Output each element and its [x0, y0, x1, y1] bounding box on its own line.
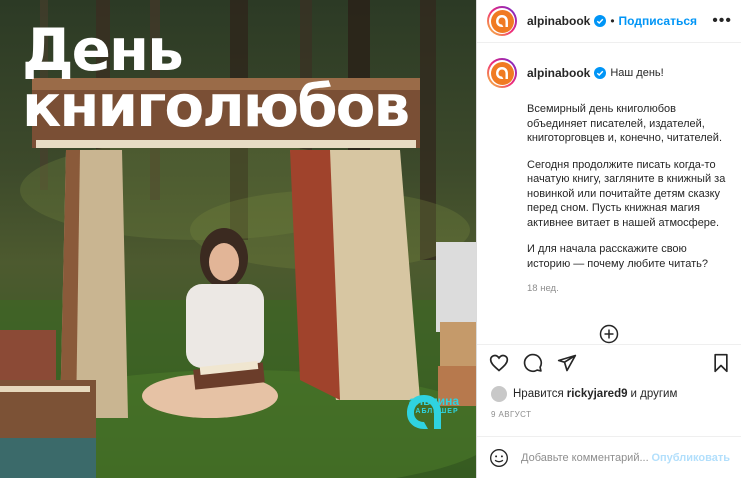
load-more-comments-icon[interactable]: [599, 324, 619, 344]
emoji-icon[interactable]: [489, 448, 509, 468]
headline-line-1: День: [22, 16, 184, 84]
caption-paragraph: Всемирный день книголюбов объединяет пис…: [527, 103, 722, 144]
liker-avatar: [491, 386, 507, 402]
verified-badge-icon: [594, 15, 607, 27]
avatar[interactable]: [487, 6, 517, 36]
likes-suffix[interactable]: и другим: [631, 388, 678, 400]
caption-username[interactable]: alpinabook: [527, 66, 590, 80]
caption-avatar[interactable]: [487, 58, 517, 88]
share-icon[interactable]: [557, 353, 577, 373]
likes-prefix: Нравится: [513, 388, 564, 400]
header-username[interactable]: alpinabook: [527, 14, 590, 28]
post-headline: День книголюбов: [22, 16, 410, 140]
verified-badge-icon: [594, 67, 607, 79]
alpina-publisher-logo: альпина ПАБЛИШЕР: [404, 392, 464, 429]
caption-lead: Наш день!: [610, 67, 664, 79]
post-caption: alpinabook Наш день! Всемирный день книг…: [487, 58, 732, 294]
comment-box: Добавьте комментарий... Опубликовать: [477, 436, 741, 478]
post-image[interactable]: День книголюбов альпина ПАБЛИШЕР: [0, 0, 476, 478]
bookmark-icon[interactable]: [712, 353, 730, 373]
likes-summary[interactable]: Нравится rickyjared9 и другим: [491, 386, 677, 402]
heart-icon[interactable]: [489, 353, 509, 373]
post-actions-bar: [477, 344, 741, 380]
post-header: alpinabook • Подписаться •••: [477, 0, 741, 43]
caption-paragraph: И для начала расскажите свою историю — п…: [527, 243, 708, 270]
post-side-panel: alpinabook • Подписаться ••• alpinabook: [476, 0, 741, 478]
post-time[interactable]: 18 нед.: [527, 283, 732, 294]
caption-body: Всемирный день книголюбов объединяет пис…: [527, 102, 732, 271]
alpina-logo-icon: [407, 395, 441, 429]
more-horizontal-icon[interactable]: •••: [712, 12, 732, 30]
headline-line-2: книголюбов: [22, 72, 410, 140]
instagram-post-view: День книголюбов альпина ПАБЛИШЕР alpinab…: [0, 0, 741, 478]
header-separator: •: [610, 14, 615, 28]
comment-input[interactable]: Добавьте комментарий...: [521, 452, 649, 464]
publish-button[interactable]: Опубликовать: [651, 452, 730, 464]
liker-username[interactable]: rickyjared9: [567, 388, 628, 400]
post-date[interactable]: 9 АВГУСТ: [491, 410, 531, 419]
caption-paragraph: Сегодня продолжите писать когда-то начат…: [527, 158, 726, 229]
follow-button[interactable]: Подписаться: [619, 14, 697, 28]
alpina-avatar-icon: [490, 9, 514, 33]
comment-icon[interactable]: [523, 353, 543, 373]
alpina-avatar-icon: [490, 61, 514, 85]
